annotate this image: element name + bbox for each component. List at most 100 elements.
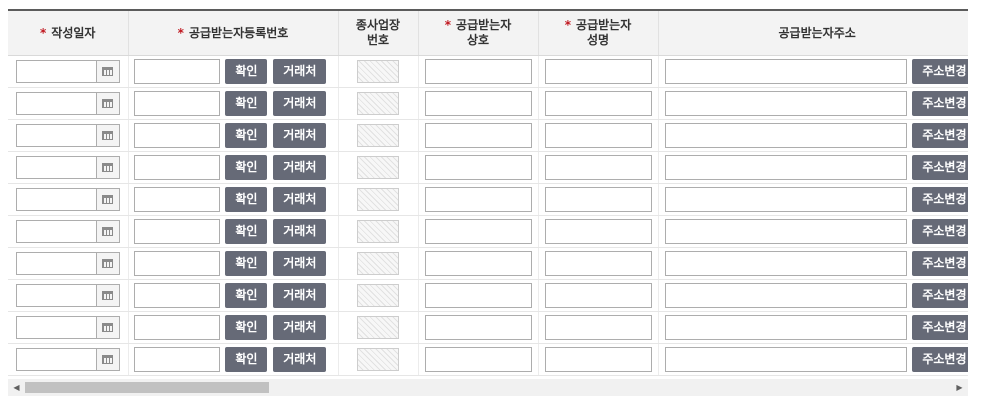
address-input[interactable] bbox=[664, 283, 907, 308]
partner-button[interactable]: 거래처 bbox=[273, 347, 327, 372]
company-name-input[interactable] bbox=[424, 187, 532, 212]
address-input[interactable] bbox=[664, 59, 907, 84]
company-name-input[interactable] bbox=[424, 347, 532, 372]
confirm-button[interactable]: 확인 bbox=[225, 347, 268, 372]
change-address-button[interactable]: 주소변경 bbox=[912, 187, 968, 212]
confirm-button[interactable]: 확인 bbox=[225, 187, 268, 212]
address-input[interactable] bbox=[664, 91, 907, 116]
partner-button[interactable]: 거래처 bbox=[273, 155, 327, 180]
date-picker bbox=[15, 220, 120, 243]
company-name-input[interactable] bbox=[424, 91, 532, 116]
calendar-button[interactable] bbox=[95, 92, 120, 115]
confirm-button[interactable]: 확인 bbox=[225, 283, 268, 308]
change-address-button[interactable]: 주소변경 bbox=[912, 283, 968, 308]
change-address-button[interactable]: 주소변경 bbox=[912, 219, 968, 244]
regno-input[interactable] bbox=[133, 283, 220, 308]
company-name-input[interactable] bbox=[424, 251, 532, 276]
partner-button[interactable]: 거래처 bbox=[273, 283, 327, 308]
date-input[interactable] bbox=[15, 252, 96, 275]
confirm-button[interactable]: 확인 bbox=[225, 91, 268, 116]
rep-name-input[interactable] bbox=[544, 251, 652, 276]
change-address-button[interactable]: 주소변경 bbox=[912, 91, 968, 116]
address-input[interactable] bbox=[664, 187, 907, 212]
rep-name-input[interactable] bbox=[544, 187, 652, 212]
calendar-button[interactable] bbox=[95, 316, 120, 339]
calendar-button[interactable] bbox=[95, 284, 120, 307]
regno-input[interactable] bbox=[133, 91, 220, 116]
calendar-button[interactable] bbox=[95, 220, 120, 243]
confirm-button[interactable]: 확인 bbox=[225, 315, 268, 340]
date-input[interactable] bbox=[15, 188, 96, 211]
calendar-button[interactable] bbox=[95, 124, 120, 147]
name-cell bbox=[418, 183, 539, 216]
company-name-input[interactable] bbox=[424, 283, 532, 308]
calendar-button[interactable] bbox=[95, 156, 120, 179]
calendar-button[interactable] bbox=[95, 188, 120, 211]
change-address-button[interactable]: 주소변경 bbox=[912, 59, 968, 84]
address-input[interactable] bbox=[664, 155, 907, 180]
confirm-button[interactable]: 확인 bbox=[225, 155, 268, 180]
scroll-left-icon[interactable]: ◀ bbox=[8, 379, 25, 396]
regno-cell: 확인 거래처 bbox=[128, 183, 339, 216]
partner-button[interactable]: 거래처 bbox=[273, 251, 327, 276]
rep-name-input[interactable] bbox=[544, 59, 652, 84]
confirm-button[interactable]: 확인 bbox=[225, 251, 268, 276]
rep-name-input[interactable] bbox=[544, 123, 652, 148]
change-address-button[interactable]: 주소변경 bbox=[912, 347, 968, 372]
calendar-button[interactable] bbox=[95, 348, 120, 371]
subno-disabled-field bbox=[357, 60, 399, 83]
confirm-button[interactable]: 확인 bbox=[225, 59, 268, 84]
partner-button[interactable]: 거래처 bbox=[273, 315, 327, 340]
regno-input[interactable] bbox=[133, 347, 220, 372]
date-picker bbox=[15, 316, 120, 339]
partner-button[interactable]: 거래처 bbox=[273, 59, 327, 84]
regno-cell: 확인 거래처 bbox=[128, 151, 339, 184]
change-address-button[interactable]: 주소변경 bbox=[912, 123, 968, 148]
partner-button[interactable]: 거래처 bbox=[273, 187, 327, 212]
address-input[interactable] bbox=[664, 219, 907, 244]
partner-button[interactable]: 거래처 bbox=[273, 123, 327, 148]
change-address-button[interactable]: 주소변경 bbox=[912, 155, 968, 180]
partner-button[interactable]: 거래처 bbox=[273, 91, 327, 116]
confirm-button[interactable]: 확인 bbox=[225, 123, 268, 148]
calendar-button[interactable] bbox=[95, 60, 120, 83]
rep-name-input[interactable] bbox=[544, 347, 652, 372]
change-address-button[interactable]: 주소변경 bbox=[912, 251, 968, 276]
company-name-input[interactable] bbox=[424, 155, 532, 180]
regno-input[interactable] bbox=[133, 315, 220, 340]
date-input[interactable] bbox=[15, 220, 96, 243]
change-address-button[interactable]: 주소변경 bbox=[912, 315, 968, 340]
regno-input[interactable] bbox=[133, 155, 220, 180]
regno-input[interactable] bbox=[133, 219, 220, 244]
date-input[interactable] bbox=[15, 284, 96, 307]
address-input[interactable] bbox=[664, 123, 907, 148]
horizontal-scrollbar[interactable]: ◀ ▶ bbox=[8, 379, 968, 396]
company-name-input[interactable] bbox=[424, 315, 532, 340]
calendar-button[interactable] bbox=[95, 252, 120, 275]
rep-name-input[interactable] bbox=[544, 283, 652, 308]
scroll-right-icon[interactable]: ▶ bbox=[951, 379, 968, 396]
partner-button[interactable]: 거래처 bbox=[273, 219, 327, 244]
company-name-input[interactable] bbox=[424, 123, 532, 148]
rep-name-input[interactable] bbox=[544, 155, 652, 180]
date-input[interactable] bbox=[15, 124, 96, 147]
regno-input[interactable] bbox=[133, 123, 220, 148]
address-input[interactable] bbox=[664, 251, 907, 276]
address-input[interactable] bbox=[664, 347, 907, 372]
company-name-input[interactable] bbox=[424, 59, 532, 84]
scroll-thumb[interactable] bbox=[25, 382, 269, 393]
date-input[interactable] bbox=[15, 92, 96, 115]
date-input[interactable] bbox=[15, 316, 96, 339]
date-input[interactable] bbox=[15, 156, 96, 179]
rep-name-input[interactable] bbox=[544, 315, 652, 340]
regno-input[interactable] bbox=[133, 59, 220, 84]
address-input[interactable] bbox=[664, 315, 907, 340]
rep-name-input[interactable] bbox=[544, 219, 652, 244]
company-name-input[interactable] bbox=[424, 219, 532, 244]
date-input[interactable] bbox=[15, 60, 96, 83]
rep-name-input[interactable] bbox=[544, 91, 652, 116]
confirm-button[interactable]: 확인 bbox=[225, 219, 268, 244]
regno-input[interactable] bbox=[133, 251, 220, 276]
date-input[interactable] bbox=[15, 348, 96, 371]
regno-input[interactable] bbox=[133, 187, 220, 212]
